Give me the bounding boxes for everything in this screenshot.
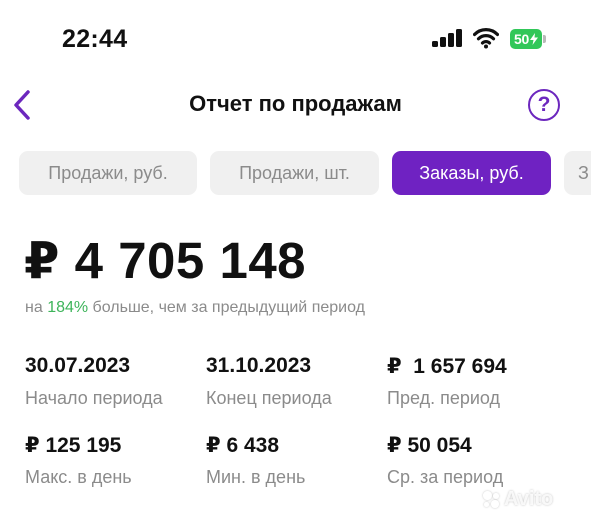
period-end-caption: Конец периода <box>206 388 332 408</box>
avg-per-period-value: ₽ 50 054 <box>387 434 472 457</box>
previous-period-caption: Пред. период <box>387 388 501 408</box>
avito-watermark: Avito <box>483 488 553 511</box>
battery-charging-icon: 50 <box>510 29 542 49</box>
battery-level: 50 <box>514 31 529 47</box>
avito-logo-icon <box>483 490 501 509</box>
avg-per-period-caption: Ср. за период <box>387 467 504 487</box>
tab-label: Продажи, шт. <box>239 162 350 183</box>
min-per-day-value: ₽ 6 438 <box>206 434 279 457</box>
wifi-icon <box>472 27 500 49</box>
status-time: 22:44 <box>62 25 128 53</box>
comparison-text: на 184% больше, чем за предыдущий период <box>25 299 365 317</box>
comparison-prefix: на <box>25 299 48 316</box>
tab-sales-rub[interactable]: Продажи, руб. <box>19 151 197 195</box>
min-per-day-caption: Мин. в день <box>206 467 306 487</box>
max-per-day-caption: Макс. в день <box>25 467 132 487</box>
total-amount: ₽ 4 705 148 <box>24 232 307 289</box>
max-per-day-value: ₽ 125 195 <box>25 434 122 457</box>
watermark-text: Avito <box>504 488 554 510</box>
period-start-value: 30.07.2023 <box>25 354 131 377</box>
tab-label: З <box>578 162 589 183</box>
previous-period-value: ₽ 1 657 694 <box>387 355 507 378</box>
question-mark-icon: ? <box>537 93 551 116</box>
tab-label: Заказы, руб. <box>419 162 524 183</box>
tab-partial[interactable]: З <box>564 151 591 195</box>
period-start-caption: Начало периода <box>25 388 163 408</box>
battery-tip <box>543 35 546 43</box>
help-button[interactable]: ? <box>528 89 560 121</box>
comparison-suffix: больше, чем за предыдущий период <box>88 299 365 316</box>
tab-sales-pcs[interactable]: Продажи, шт. <box>210 151 379 195</box>
signal-bars-icon <box>432 29 464 47</box>
tab-label: Продажи, руб. <box>48 162 168 183</box>
comparison-percent: 184% <box>47 299 89 316</box>
period-end-value: 31.10.2023 <box>206 354 312 377</box>
tab-orders-rub[interactable]: Заказы, руб. <box>392 151 551 195</box>
page-title: Отчет по продажам <box>189 91 402 116</box>
